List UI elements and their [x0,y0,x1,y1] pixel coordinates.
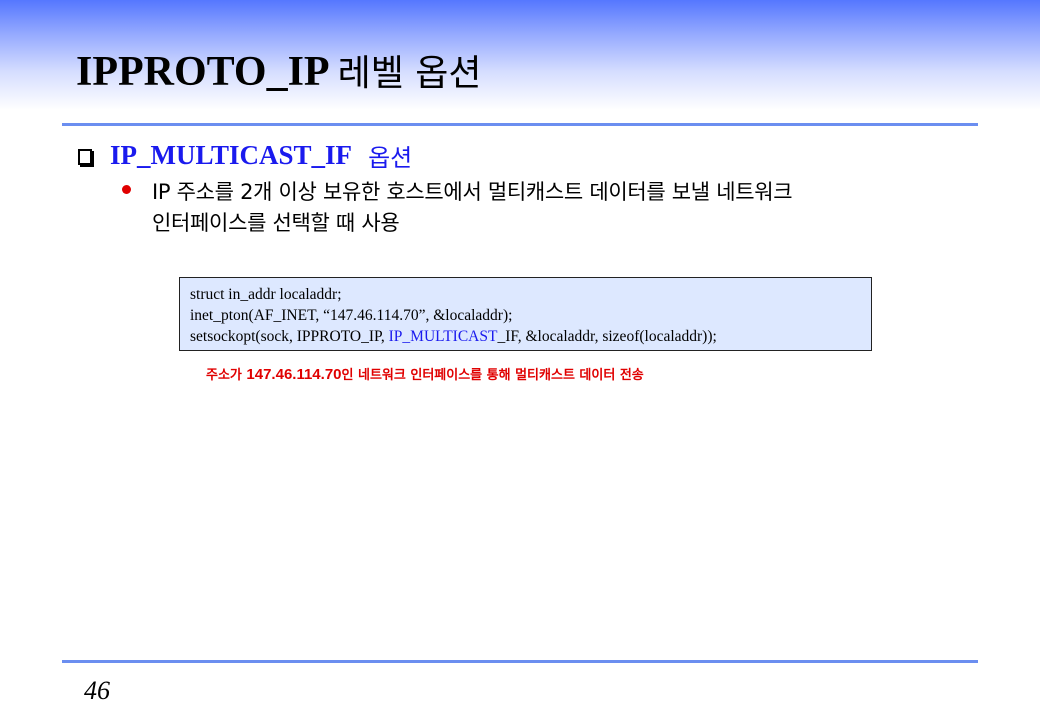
top-divider [62,123,978,126]
slide-title-korean: 레벨 옵션 [337,53,482,94]
bullet-text-line2: 인터페이스를 선택할 때 사용 [152,211,400,235]
caption-prefix: 주소가 [206,368,247,383]
code-line-3-prefix: setsockopt(sock, IPPROTO_IP, [190,328,389,345]
bottom-divider [62,660,978,663]
page-number: 46 [84,676,110,705]
bullet-heading: IP_MULTICAST_IF [110,140,353,170]
code-line-2: inet_pton(AF_INET, “147.46.114.70”, &loc… [190,307,513,324]
caption-ip: 147.46.114.70 [246,366,342,383]
bullet-heading-korean: 옵션 [368,144,413,172]
caption-suffix: 인 네트워크 인터페이스를 통해 멀티캐스트 데이터 전송 [341,368,644,383]
slide-title-main: IPPROTO_IP [76,49,330,95]
code-line-3: setsockopt(sock, IPPROTO_IP, IP_MULTICAS… [190,326,871,347]
slide-title: IPPROTO_IP 레벨 옵션 [76,44,482,96]
code-line-1: struct in_addr localaddr; [190,286,342,303]
red-dot-icon [122,185,131,194]
code-highlight: IP_MULTICAST [388,328,498,345]
bullet-text-line1: IP 주소를 2개 이상 보유한 호스트에서 멀티캐스트 데이터를 보낼 네트워… [152,180,793,204]
bullet-level1: IP_MULTICAST_IF 옵션 [78,138,412,173]
code-block: struct in_addr localaddr; inet_pton(AF_I… [179,277,872,351]
code-line-3-suffix: _IF, &localaddr, sizeof(localaddr)); [497,328,717,345]
hollow-square-icon [78,148,92,165]
code-caption: 주소가 147.46.114.70인 네트워크 인터페이스를 통해 멀티캐스트 … [206,364,644,383]
